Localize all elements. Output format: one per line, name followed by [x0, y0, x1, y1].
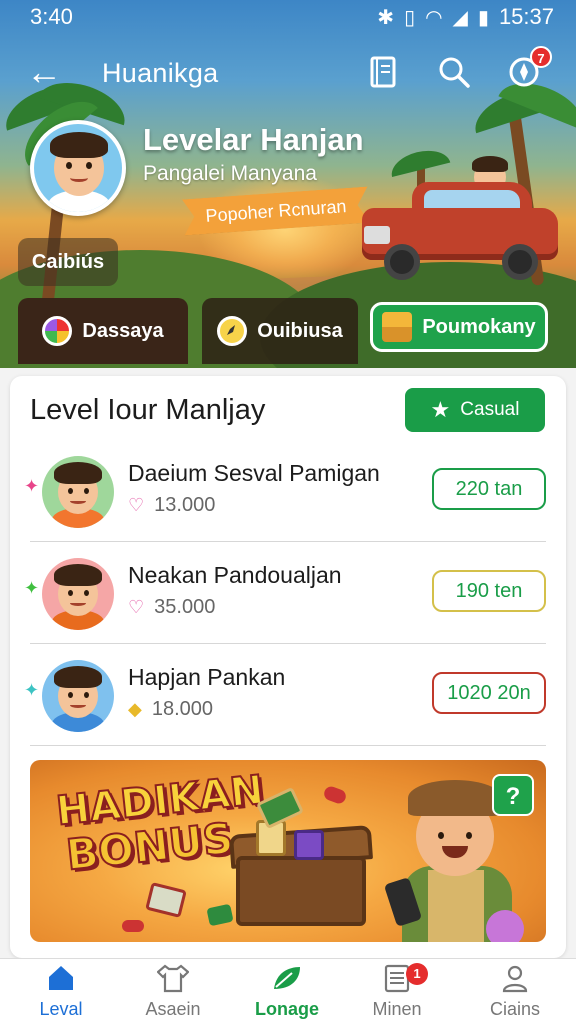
nav-label: Leval — [39, 999, 83, 1019]
nav-badge: 1 — [406, 963, 428, 985]
cracker-box-icon — [145, 882, 187, 918]
notification-badge: 7 — [530, 46, 552, 68]
red-car-illustration — [362, 156, 562, 285]
star-icon: ★ — [430, 397, 451, 422]
nav-label: Ciains — [489, 999, 541, 1019]
profile-tabs: Dassaya Ouibiusa Poumokany — [18, 298, 558, 364]
list-item[interactable]: ✦ Neakan Pandoualjan ♡ 35.000 190 ten — [24, 544, 546, 644]
vibrate-icon: ▯ — [404, 6, 416, 29]
tab-dassaya[interactable]: Dassaya — [18, 298, 188, 364]
avatar — [42, 660, 114, 732]
sparkle-icon: ✦ — [24, 680, 40, 700]
nav-lonage[interactable]: Lonage — [232, 963, 342, 1023]
avatar — [42, 456, 114, 528]
row-meta: ♡ 35.000 — [128, 596, 215, 619]
status-bar: 3:40 ✱ ▯ ◠ ◢ ▮ 15:37 — [0, 0, 576, 34]
emerald-icon — [206, 903, 234, 927]
document-icon — [342, 963, 452, 997]
card-title: Level Iour Manljay — [30, 394, 266, 426]
heart-icon: ♡ — [128, 597, 145, 617]
row-name: Hapjan Pankan — [128, 664, 286, 690]
nav-label: Asaein — [145, 999, 201, 1019]
coin-icon: ◆ — [128, 699, 142, 719]
row-name: Daeium Sesval Pamigan — [128, 460, 380, 486]
row-name: Neakan Pandoualjan — [128, 562, 342, 588]
box-stack-icon — [382, 312, 413, 342]
status-time: 3:40 — [30, 4, 73, 29]
app-title: Huanikga — [102, 58, 219, 88]
nav-label: Minen — [372, 999, 422, 1019]
nav-asaein[interactable]: Asaein — [118, 963, 228, 1023]
row-meta: ♡ 13.000 — [128, 494, 215, 517]
compass-icon — [217, 316, 248, 346]
red-candy-icon — [322, 784, 348, 806]
bonus-banner[interactable]: HADIKAN BONUS ? — [30, 760, 546, 942]
person-icon — [460, 963, 570, 997]
profile-avatar[interactable] — [30, 120, 126, 216]
casual-button-label: Casual — [460, 399, 520, 420]
search-icon[interactable] — [436, 54, 476, 94]
leaderboard-card: Level Iour Manljay ★ Casual ✦ Daeium Ses… — [10, 376, 566, 958]
nav-ciains[interactable]: Ciains — [460, 963, 570, 1023]
tab-label: Dassaya — [82, 319, 164, 342]
status-clock: 15:37 — [498, 4, 554, 29]
sparkle-icon: ✦ — [24, 476, 40, 496]
score-pill[interactable]: 1020 20n — [432, 672, 546, 714]
score-pill[interactable]: 190 ten — [432, 570, 546, 612]
notebook-icon[interactable] — [366, 54, 406, 94]
home-icon — [6, 963, 116, 997]
row-value: 18.000 — [151, 698, 214, 720]
back-arrow-icon[interactable]: ← — [26, 54, 62, 90]
shirt-icon — [118, 963, 228, 997]
list-item[interactable]: ✦ Hapjan Pankan ◆ 18.000 1020 20n — [24, 646, 546, 746]
treasure-chest — [236, 856, 366, 926]
compass-notification-icon[interactable]: 7 — [506, 46, 552, 94]
list-item[interactable]: ✦ Daeium Sesval Pamigan ♡ 13.000 220 tan — [24, 442, 546, 542]
purple-box-icon — [294, 830, 324, 860]
row-meta: ◆ 18.000 — [128, 698, 213, 721]
bottom-navigation: Leval Asaein Lonage 1 Minen Ciains — [0, 958, 576, 1024]
profile-chip[interactable]: Caibiús — [18, 238, 118, 286]
heart-icon: ♡ — [128, 495, 145, 515]
signal-icon: ◢ — [452, 6, 468, 29]
nav-label: Lonage — [254, 999, 319, 1019]
app-bar: ← Huanikga 7 — [0, 44, 576, 104]
battery-icon: ▮ — [477, 6, 489, 29]
row-value: 13.000 — [154, 494, 216, 516]
bluetooth-icon: ✱ — [377, 6, 395, 29]
avatar — [42, 558, 114, 630]
red-candy-icon — [122, 920, 144, 932]
tab-label: Poumokany — [422, 315, 536, 338]
tab-ouibiusa[interactable]: Ouibiusa — [202, 298, 358, 364]
profile-subtitle: Pangalei Manyana — [143, 162, 317, 185]
nav-minen[interactable]: 1 Minen — [342, 963, 452, 1023]
help-button[interactable]: ? — [492, 774, 534, 816]
sparkle-icon: ✦ — [24, 578, 40, 598]
row-value: 35.000 — [154, 596, 216, 618]
profile-hero: 3:40 ✱ ▯ ◠ ◢ ▮ 15:37 ← Huanikga 7 Levela… — [0, 0, 576, 368]
profile-name: Levelar Hanjan — [143, 122, 364, 157]
casual-button[interactable]: ★ Casual — [405, 388, 545, 432]
score-pill[interactable]: 220 tan — [432, 468, 546, 510]
wifi-icon: ◠ — [425, 6, 443, 29]
fruit-icon — [42, 316, 73, 346]
tab-poumokany[interactable]: Poumokany — [370, 302, 548, 352]
small-character-icon — [486, 910, 524, 942]
tab-label: Ouibiusa — [257, 319, 343, 342]
nav-leval[interactable]: Leval — [6, 963, 116, 1023]
leaf-icon — [232, 963, 342, 997]
